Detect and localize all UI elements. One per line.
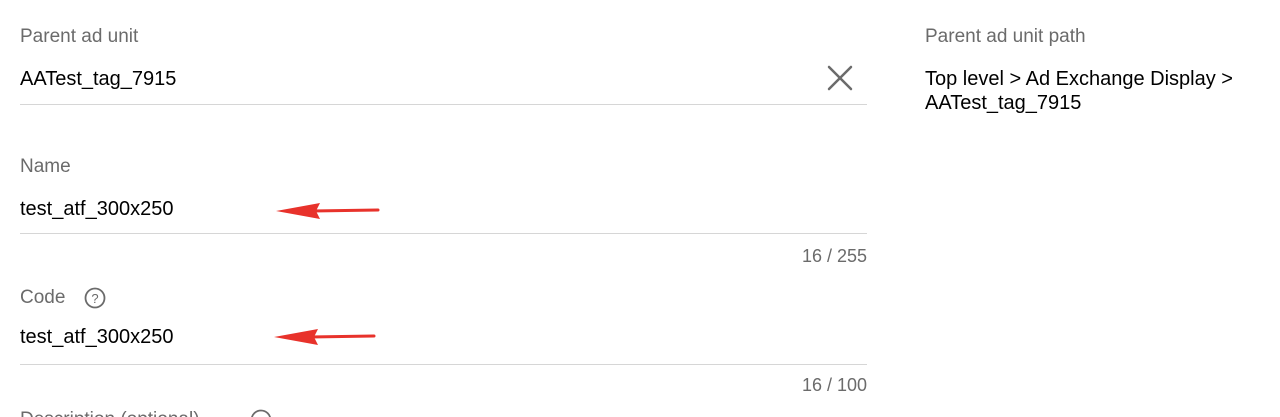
code-input[interactable]: test_atf_300x250 — [20, 324, 173, 350]
code-char-counter: 16 / 100 — [801, 375, 867, 395]
description-help-icon[interactable] — [250, 409, 272, 417]
close-icon — [827, 65, 853, 91]
code-underline — [20, 364, 867, 365]
red-arrow-left-icon — [276, 203, 380, 219]
help-circle-icon: ? — [84, 287, 106, 309]
parent-ad-unit-label: Parent ad unit — [20, 26, 139, 47]
svg-text:?: ? — [91, 291, 98, 306]
ad-unit-form: Parent ad unit AATest_tag_7915 Parent ad… — [0, 0, 1280, 417]
parent-ad-unit-value[interactable]: AATest_tag_7915 — [20, 66, 176, 92]
clear-parent-ad-unit-button[interactable] — [823, 61, 857, 95]
help-circle-icon — [251, 409, 271, 417]
parent-ad-unit-path-label: Parent ad unit path — [925, 26, 1086, 47]
name-label: Name — [20, 156, 71, 177]
name-underline — [20, 233, 867, 234]
name-char-counter: 16 / 255 — [801, 246, 867, 266]
red-arrow-left-icon — [274, 329, 376, 345]
code-label: Code — [20, 287, 66, 308]
description-label: Description (optional) — [20, 408, 200, 417]
parent-ad-unit-underline — [20, 104, 867, 105]
name-input[interactable]: test_atf_300x250 — [20, 196, 173, 222]
code-help-icon[interactable]: ? — [84, 287, 106, 309]
parent-ad-unit-path-value: Top level > Ad Exchange Display > AATest… — [925, 68, 1233, 114]
